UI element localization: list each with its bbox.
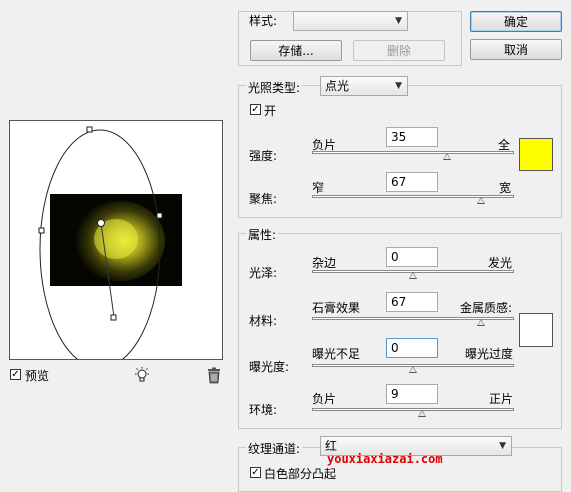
delete-button[interactable]: 删除 (353, 40, 445, 61)
chevron-down-icon: ▼ (499, 441, 506, 451)
ambience-max-label: 正片 (489, 392, 514, 406)
focus-slider-thumb[interactable] (476, 197, 485, 204)
intensity-input[interactable]: 35 (386, 127, 438, 147)
intensity-label: 强度: (249, 149, 278, 163)
material-min-label: 石膏效果 (312, 301, 361, 315)
cancel-button[interactable]: 取消 (470, 39, 562, 60)
focus-label: 聚焦: (249, 192, 278, 206)
light-type-value: 点光 (325, 79, 350, 93)
focus-max-label: 宽 (499, 181, 512, 195)
ambience-input[interactable]: 9 (386, 384, 438, 404)
light-on-checkbox[interactable]: ✓ (250, 104, 261, 115)
gloss-slider-thumb[interactable] (409, 272, 417, 279)
chevron-down-icon: ▼ (395, 81, 402, 91)
preview-label: 预览 (25, 369, 50, 383)
chevron-down-icon: ▼ (395, 16, 402, 26)
light-color-swatch[interactable] (519, 138, 553, 171)
preview-canvas[interactable] (9, 120, 223, 360)
light-on-label: 开 (264, 104, 277, 118)
ok-button[interactable]: 确定 (470, 11, 562, 32)
gloss-min-label: 杂边 (312, 256, 337, 270)
save-button[interactable]: 存储... (250, 40, 342, 61)
style-select[interactable]: ▼ (293, 11, 408, 31)
gloss-label: 光泽: (249, 266, 278, 280)
focus-input[interactable]: 67 (386, 172, 438, 192)
properties-title: 属性: (246, 226, 279, 243)
gloss-input[interactable]: 0 (386, 247, 438, 267)
light-handle-left[interactable] (38, 227, 45, 234)
watermark: youxiaxiazai.com (327, 452, 443, 466)
exposure-input[interactable]: 0 (386, 338, 438, 358)
ambience-min-label: 负片 (312, 392, 337, 406)
material-max-label: 金属质感: (460, 301, 513, 315)
intensity-slider-thumb[interactable] (443, 153, 452, 160)
preview-checkbox[interactable]: ✓ (10, 369, 21, 380)
ambience-slider-thumb[interactable] (418, 410, 427, 417)
light-handle-top[interactable] (86, 126, 93, 133)
exposure-max-label: 曝光过度 (465, 347, 514, 361)
material-input[interactable]: 67 (386, 292, 438, 312)
gloss-max-label: 发光 (488, 256, 513, 270)
white-high-checkbox[interactable]: ✓ (250, 467, 261, 478)
preview-image (38, 126, 182, 359)
ambience-slider-track[interactable] (312, 408, 514, 411)
exposure-label: 曝光度: (249, 360, 290, 374)
intensity-slider-track[interactable] (312, 151, 514, 154)
white-high-label: 白色部分凸起 (264, 467, 337, 481)
light-bulb-icon[interactable] (133, 366, 151, 384)
material-color-swatch[interactable] (519, 313, 553, 347)
style-label: 样式: (249, 14, 278, 28)
light-type-select[interactable]: 点光 ▼ (320, 76, 408, 96)
focus-min-label: 窄 (312, 181, 325, 195)
exposure-min-label: 曝光不足 (312, 347, 361, 361)
exposure-slider-thumb[interactable] (409, 366, 417, 373)
light-handle-right[interactable] (156, 212, 163, 219)
trash-icon[interactable] (206, 367, 222, 384)
light-handle-bottom[interactable] (110, 314, 117, 321)
material-label: 材料: (249, 314, 278, 328)
material-slider-thumb[interactable] (476, 319, 485, 326)
light-center-handle[interactable] (97, 219, 105, 227)
texture-channel-label: 纹理通道: (246, 440, 303, 457)
light-type-label: 光照类型: (246, 79, 303, 96)
texture-channel-value: 红 (325, 439, 338, 453)
ambience-label: 环境: (249, 403, 278, 417)
